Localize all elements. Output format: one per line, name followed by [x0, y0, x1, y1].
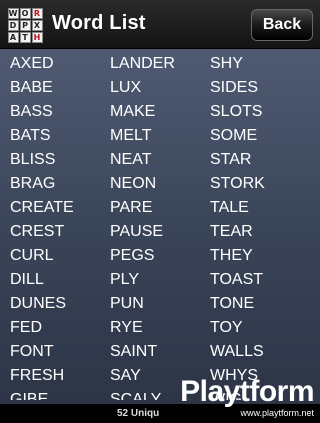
app-header: W O R D P X A T H Word List Back: [0, 0, 320, 49]
logo-tile: H: [31, 31, 43, 43]
logo-tile: R: [31, 7, 43, 19]
logo-tile: D: [7, 19, 19, 31]
list-item: TALE: [210, 199, 249, 216]
watermark-url: www.playtform.net: [240, 408, 314, 418]
list-item: BLISS: [10, 151, 56, 168]
list-item: TEAR: [210, 223, 253, 240]
list-item: RYE: [110, 319, 143, 336]
list-item: DUNES: [10, 295, 67, 312]
app-logo: W O R D P X A T H: [7, 7, 43, 43]
list-item: CURL: [10, 247, 54, 264]
list-item: FED: [10, 319, 42, 336]
list-item: WALLS: [210, 343, 264, 360]
list-item: THEY: [210, 247, 253, 264]
list-item: LANDER: [110, 55, 175, 72]
word-column-3: SHY SIDES SLOTS SOME STAR STORK TALE TEA…: [210, 52, 265, 400]
list-item: BATS: [10, 127, 51, 144]
list-item: NEON: [110, 175, 157, 192]
logo-tile: A: [7, 31, 19, 43]
list-item: MELT: [110, 127, 152, 144]
list-item: AXED: [10, 55, 54, 72]
list-item: SIDES: [210, 79, 259, 96]
list-item: NEAT: [110, 151, 152, 168]
list-item: PUN: [110, 295, 144, 312]
list-item: LUX: [110, 79, 142, 96]
list-item: STAR: [210, 151, 252, 168]
list-item: TOY: [210, 319, 243, 336]
list-item: BABE: [10, 79, 53, 96]
list-item: CREATE: [10, 199, 74, 216]
list-item: STORK: [210, 175, 265, 192]
list-item: FRESH: [10, 367, 65, 384]
list-item: PAUSE: [110, 223, 164, 240]
list-item: TONE: [210, 295, 255, 312]
logo-tile: X: [31, 19, 43, 31]
list-item: BASS: [10, 103, 53, 120]
back-button[interactable]: Back: [251, 9, 313, 41]
list-item: GIBE: [10, 391, 49, 400]
list-item: SOME: [210, 127, 258, 144]
logo-tile: O: [19, 7, 31, 19]
list-item: SHY: [210, 55, 243, 72]
list-item: FONT: [10, 343, 54, 360]
word-column-2: LANDER LUX MAKE MELT NEAT NEON PARE PAUS…: [110, 52, 175, 400]
watermark: Playtform www.playtform.net: [159, 376, 314, 420]
list-item: TOAST: [210, 271, 264, 288]
unique-count-label: 52 Uniqu: [117, 408, 160, 419]
list-item: MAKE: [110, 103, 156, 120]
page-title: Word List: [52, 12, 146, 34]
list-item: SAINT: [110, 343, 158, 360]
logo-tile: T: [19, 31, 31, 43]
list-item: BRAG: [10, 175, 56, 192]
list-item: PEGS: [110, 247, 155, 264]
list-item: CREST: [10, 223, 65, 240]
list-item: SLOTS: [210, 103, 263, 120]
logo-tile: W: [7, 7, 19, 19]
list-item: DILL: [10, 271, 44, 288]
list-item: PARE: [110, 199, 153, 216]
list-item: PLY: [110, 271, 140, 288]
word-list[interactable]: AXED BABE BASS BATS BLISS BRAG CREATE CR…: [0, 52, 320, 400]
watermark-brand: Playtform: [180, 375, 314, 408]
word-column-1: AXED BABE BASS BATS BLISS BRAG CREATE CR…: [10, 52, 74, 400]
logo-tile: P: [19, 19, 31, 31]
